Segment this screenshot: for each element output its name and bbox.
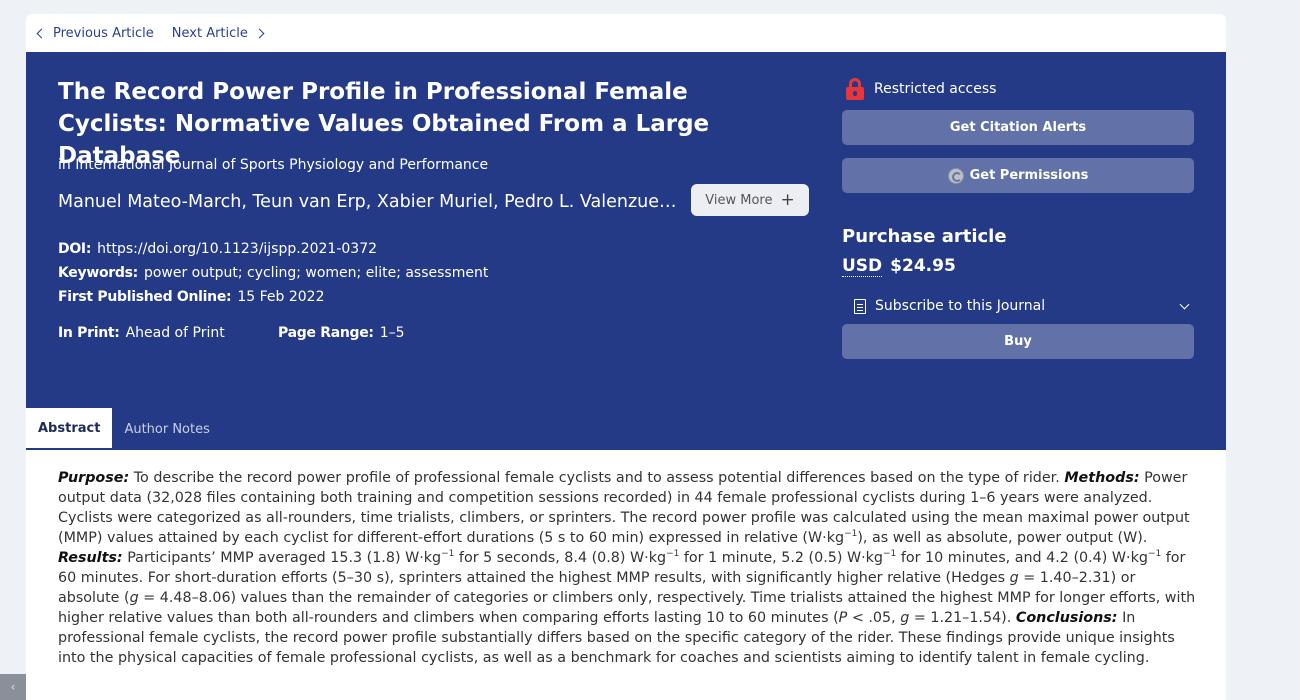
- chevron-down-icon: [1179, 299, 1190, 309]
- superscript: −1: [883, 549, 897, 560]
- chevron-right-icon: [254, 28, 265, 38]
- previous-article-label: Previous Article: [53, 25, 154, 41]
- print-value: Ahead of Print: [125, 325, 225, 341]
- published-value: 15 Feb 2022: [237, 289, 325, 305]
- results-text: for 10 minutes, and 4.2 (0.4) W·kg: [896, 550, 1148, 566]
- next-article-link[interactable]: Next Article: [171, 25, 265, 41]
- page-range-label: Page Range:: [278, 325, 374, 341]
- doi-row: DOI: https://doi.org/10.1123/ijspp.2021-0…: [58, 241, 377, 257]
- price: USD $24.95: [842, 256, 956, 277]
- article-navigation: Previous Article Next Article: [26, 14, 1226, 52]
- tab-author-notes[interactable]: Author Notes: [112, 408, 221, 450]
- keywords-value: power output; cycling; women; elite; ass…: [143, 265, 489, 281]
- keywords-row: Keywords: power output; cycling; women; e…: [58, 265, 488, 281]
- lock-icon: [846, 78, 864, 100]
- hedges-g-symbol: g: [1009, 570, 1019, 586]
- doi-label: DOI:: [58, 241, 92, 257]
- page-range-row: Page Range: 1–5: [278, 325, 405, 341]
- print-label: In Print:: [58, 325, 120, 341]
- hedges-g-symbol: g: [900, 610, 910, 626]
- superscript: −1: [441, 549, 455, 560]
- p-value-symbol: P: [838, 610, 848, 626]
- view-more-label: View More: [705, 192, 773, 208]
- permissions-label: Get Permissions: [969, 168, 1089, 183]
- published-row: First Published Online: 15 Feb 2022: [58, 289, 324, 305]
- methods-text: ), as well as absolute, power output (W)…: [857, 530, 1148, 546]
- currency-label[interactable]: USD: [842, 256, 883, 277]
- buy-label: Buy: [1004, 334, 1032, 349]
- conclusions-label: Conclusions:: [1015, 610, 1118, 626]
- price-value: $24.95: [890, 256, 956, 276]
- article-header: The Record Power Profile in Professional…: [26, 52, 1226, 450]
- print-row: In Print: Ahead of Print: [58, 325, 225, 341]
- next-article-label: Next Article: [171, 25, 248, 41]
- content-tabs: Abstract Author Notes: [26, 408, 222, 450]
- permissions-button[interactable]: Get Permissions: [842, 158, 1194, 193]
- author-list: Manuel Mateo-March, Teun van Erp, Xabier…: [58, 192, 678, 212]
- page-range-value: 1–5: [379, 325, 405, 341]
- results-text: Participants’ MMP averaged 15.3 (1.8) W·…: [122, 550, 442, 566]
- tab-abstract[interactable]: Abstract: [26, 408, 113, 450]
- results-text: = 1.21–1.54).: [909, 610, 1016, 626]
- purpose-label: Purpose:: [58, 470, 130, 486]
- previous-article-link[interactable]: Previous Article: [36, 25, 154, 41]
- citation-alerts-label: Get Citation Alerts: [949, 120, 1087, 135]
- keywords-label: Keywords:: [58, 265, 138, 281]
- copyright-clearance-icon: [947, 167, 964, 184]
- results-text: for 5 seconds, 8.4 (0.8) W·kg: [454, 550, 667, 566]
- subscribe-dropdown[interactable]: Subscribe to this Journal: [854, 298, 1194, 314]
- side-panel-toggle[interactable]: ‹: [0, 674, 26, 700]
- tab-abstract-label: Abstract: [38, 420, 101, 436]
- superscript: −1: [844, 529, 858, 540]
- published-label: First Published Online:: [58, 289, 232, 305]
- journal-name: in International Journal of Sports Physi…: [58, 157, 489, 173]
- buy-button[interactable]: Buy: [842, 324, 1194, 359]
- results-text: for 1 minute, 5.2 (0.5) W·kg: [679, 550, 883, 566]
- methods-label: Methods:: [1064, 470, 1140, 486]
- hedges-g-symbol: g: [129, 590, 139, 606]
- doi-link[interactable]: https://doi.org/10.1123/ijspp.2021-0372: [97, 241, 377, 257]
- abstract-text: Purpose: To describe the record power pr…: [58, 468, 1198, 668]
- subscribe-label: Subscribe to this Journal: [875, 298, 1046, 314]
- chevron-left-icon: [36, 28, 47, 38]
- tab-author-notes-label: Author Notes: [124, 421, 210, 437]
- superscript: −1: [666, 549, 680, 560]
- document-icon: [854, 298, 866, 314]
- citation-alerts-button[interactable]: Get Citation Alerts: [842, 110, 1194, 145]
- results-label: Results:: [58, 550, 123, 566]
- access-label: Restricted access: [874, 81, 997, 97]
- view-more-button[interactable]: View More +: [691, 184, 809, 216]
- purpose-text: To describe the record power profile of …: [129, 470, 1065, 486]
- superscript: −1: [1147, 549, 1162, 560]
- results-text: < .05,: [847, 610, 901, 626]
- plus-icon: +: [780, 189, 795, 210]
- access-status: Restricted access: [846, 78, 996, 100]
- purchase-title: Purchase article: [842, 226, 1007, 247]
